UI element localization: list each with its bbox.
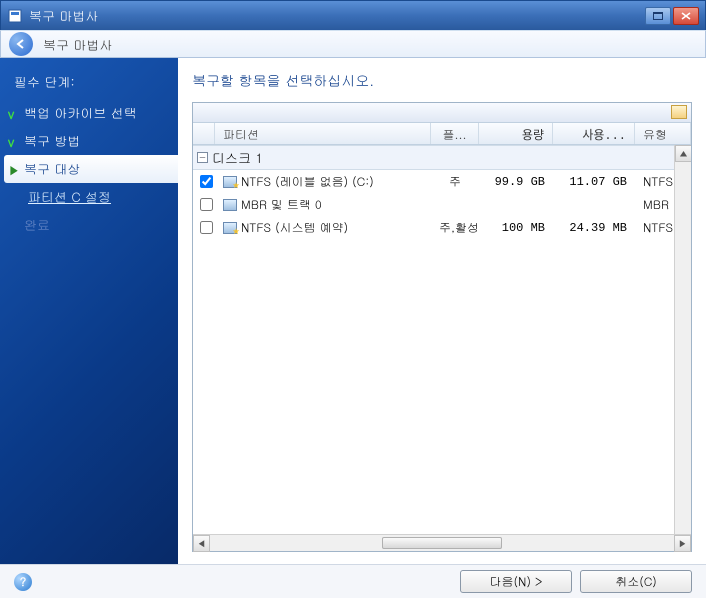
list-toolbar <box>193 103 691 123</box>
scroll-up-icon[interactable]: ▲ <box>675 145 691 162</box>
step-label: 백업 아카이브 선택 <box>24 103 137 122</box>
row-capacity: 100 MB <box>479 220 553 236</box>
row-used: 11.07 GB <box>553 174 635 190</box>
row-name: NTFS (시스템 예약) <box>241 219 348 236</box>
step-recovery-method[interactable]: v 복구 방법 <box>0 127 178 155</box>
toolbar-title: 복구 마법사 <box>43 35 112 54</box>
partition-row[interactable]: MBR 및 트랙 0 MBR 및 ! <box>193 193 691 216</box>
col-checkbox[interactable] <box>193 123 215 144</box>
row-flags <box>431 204 479 206</box>
step-recovery-target[interactable]: ▶ 복구 대상 <box>4 155 178 183</box>
partition-icon <box>223 176 237 188</box>
app-icon <box>7 8 23 24</box>
col-flags[interactable]: 플... <box>431 123 479 144</box>
scroll-thumb[interactable] <box>382 537 502 549</box>
help-button[interactable]: ? <box>14 573 32 591</box>
scroll-right-icon[interactable]: ▶ <box>674 535 691 552</box>
footer: ? 다음(N) > 취소(C) <box>0 564 706 598</box>
row-capacity: 99.9 GB <box>479 174 553 190</box>
check-icon: v <box>8 104 15 124</box>
next-button[interactable]: 다음(N) > <box>460 570 572 593</box>
partition-icon <box>223 222 237 234</box>
window-title: 복구 마법사 <box>29 6 98 25</box>
toolbar: 복구 마법사 <box>0 30 706 58</box>
titlebar: 복구 마법사 <box>0 0 706 30</box>
row-checkbox[interactable] <box>200 221 213 234</box>
disk-group-label: 디스크 1 <box>212 148 263 167</box>
row-checkbox[interactable] <box>200 175 213 188</box>
arrow-right-icon: ▶ <box>8 161 20 181</box>
step-label: 복구 방법 <box>24 131 80 150</box>
check-icon: v <box>8 132 15 152</box>
row-name: NTFS (레이블 없음) (C:) <box>241 173 374 190</box>
row-checkbox[interactable] <box>200 198 213 211</box>
content-title: 복구할 항목을 선택하십시오. <box>192 70 692 90</box>
row-capacity <box>479 204 553 206</box>
col-partition[interactable]: 파티션 <box>215 123 431 144</box>
cancel-button[interactable]: 취소(C) <box>580 570 692 593</box>
row-used: 24.39 MB <box>553 220 635 236</box>
col-capacity[interactable]: 용량 <box>479 123 553 144</box>
row-name: MBR 및 트랙 0 <box>241 196 322 213</box>
step-partition-c-settings[interactable]: 파티션 C 설정 <box>0 183 178 211</box>
scroll-left-icon[interactable]: ◀ <box>193 535 210 552</box>
maximize-button[interactable] <box>645 7 671 25</box>
step-label: 복구 대상 <box>24 159 80 178</box>
row-used <box>553 204 635 206</box>
vertical-scrollbar[interactable]: ▲ <box>674 145 691 534</box>
column-header-row: 파티션 플... 용량 사용... 유형 <box>193 123 691 145</box>
columns-icon[interactable] <box>671 105 687 119</box>
close-button[interactable] <box>673 7 699 25</box>
horizontal-scrollbar[interactable]: ◀ ▶ <box>193 534 691 551</box>
step-finish: 완료 <box>0 211 178 239</box>
collapse-icon[interactable]: − <box>197 152 208 163</box>
sidebar-section-title: 필수 단계: <box>0 68 178 99</box>
partition-list: 파티션 플... 용량 사용... 유형 − 디스크 1 NTFS (레이블 없… <box>192 102 692 552</box>
step-backup-archive[interactable]: v 백업 아카이브 선택 <box>0 99 178 127</box>
partition-row[interactable]: NTFS (시스템 예약) 주,활성 100 MB 24.39 MB NTFS <box>193 216 691 239</box>
row-flags: 주,활성 <box>431 218 479 237</box>
disk-group[interactable]: − 디스크 1 <box>193 145 691 170</box>
rows-viewport: − 디스크 1 NTFS (레이블 없음) (C:) 주 99.9 GB 11.… <box>193 145 691 534</box>
step-label: 완료 <box>24 215 50 234</box>
partition-row[interactable]: NTFS (레이블 없음) (C:) 주 99.9 GB 11.07 GB NT… <box>193 170 691 193</box>
back-button[interactable] <box>9 32 33 56</box>
row-flags: 주 <box>431 172 479 191</box>
col-used[interactable]: 사용... <box>553 123 635 144</box>
col-type[interactable]: 유형 <box>635 123 691 144</box>
step-label: 파티션 C 설정 <box>28 187 111 206</box>
partition-icon <box>223 199 237 211</box>
content-pane: 복구할 항목을 선택하십시오. 파티션 플... 용량 사용... 유형 − 디… <box>178 58 706 564</box>
sidebar: 필수 단계: v 백업 아카이브 선택 v 복구 방법 ▶ 복구 대상 파티션 … <box>0 58 178 564</box>
